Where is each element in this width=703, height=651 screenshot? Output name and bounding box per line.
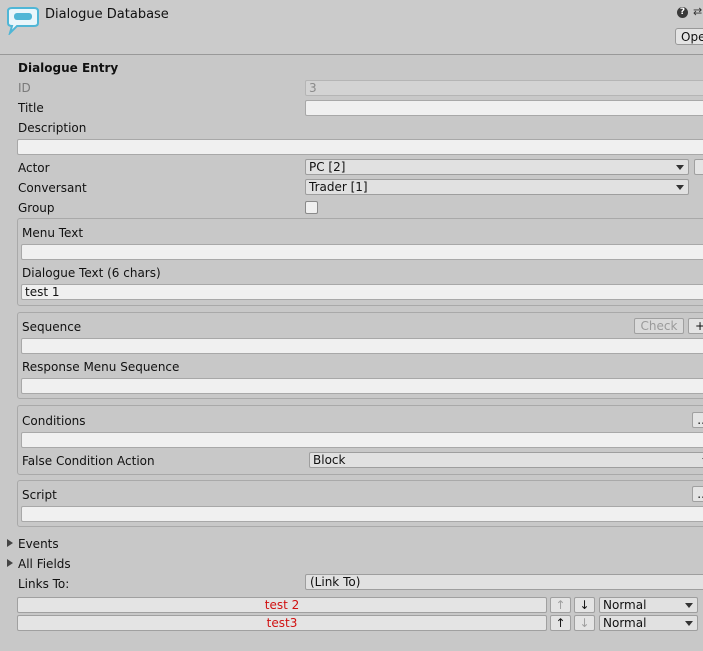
script-wizard-button[interactable]: ... [692,486,703,502]
actor-select-button[interactable] [694,159,703,175]
dropdown-arrow-icon [676,165,684,170]
id-field: 3 [305,80,703,96]
title-input[interactable] [305,100,703,116]
links-to-label: Links To: [18,577,70,591]
dialogue-text-input[interactable]: test 1 [21,284,703,300]
link-priority-value: Normal [603,598,647,612]
arrow-up-icon[interactable]: ↑ [550,615,571,631]
events-foldout-arrow-icon[interactable] [7,539,13,547]
actor-dropdown[interactable]: PC [2] [305,159,689,175]
conditions-label: Conditions [22,414,86,428]
conversant-label: Conversant [18,181,87,195]
link-priority-value: Normal [603,616,647,630]
actor-label: Actor [18,161,50,175]
false-condition-action-label: False Condition Action [22,454,155,468]
all-fields-foldout[interactable]: All Fields [18,557,71,571]
add-sequence-button[interactable]: + [688,318,703,334]
dropdown-arrow-icon [685,621,693,626]
arrow-down-icon: ↓ [574,615,595,631]
link-item-button[interactable]: test3 [17,615,547,631]
conversant-dropdown[interactable]: Trader [1] [305,179,689,195]
script-input[interactable] [21,506,703,522]
all-fields-foldout-arrow-icon[interactable] [7,559,13,567]
id-label: ID [18,81,31,95]
menu-text-input[interactable] [21,244,703,260]
section-heading: Dialogue Entry [18,61,119,75]
response-menu-sequence-label: Response Menu Sequence [22,360,180,374]
speech-bubble-logo-icon [7,7,39,35]
dialogue-text-label: Dialogue Text (6 chars) [22,266,161,280]
window-header: Dialogue Database ? ⇄ Ope [0,0,703,55]
dropdown-arrow-icon [685,603,693,608]
title-label: Title [18,101,44,115]
description-label: Description [18,121,87,135]
app-title: Dialogue Database [45,7,169,22]
false-condition-action-dropdown[interactable]: Block [309,452,703,468]
arrow-down-icon[interactable]: ↓ [574,597,595,613]
link-item-button[interactable]: test 2 [17,597,547,613]
conditions-wizard-button[interactable]: ... [692,412,703,428]
false-condition-action-value: Block [313,453,346,467]
actor-value: PC [2] [309,160,346,174]
check-button[interactable]: Check [634,318,684,334]
link-priority-dropdown[interactable]: Normal [599,597,698,613]
sequence-input[interactable] [21,338,703,354]
script-label: Script [22,488,57,502]
open-button[interactable]: Ope [675,28,703,45]
arrow-up-icon: ↑ [550,597,571,613]
events-foldout[interactable]: Events [18,537,59,551]
dropdown-arrow-icon [676,185,684,190]
group-label: Group [18,201,55,215]
description-input[interactable] [17,139,703,155]
group-checkbox[interactable] [305,201,318,214]
response-menu-sequence-input[interactable] [21,378,703,394]
link-priority-dropdown[interactable]: Normal [599,615,698,631]
settings-icon[interactable]: ⇄ [693,5,702,18]
menu-text-label: Menu Text [22,226,84,240]
sequence-label: Sequence [22,320,82,334]
link-to-dropdown[interactable]: (Link To) [305,574,703,590]
conditions-input[interactable] [21,432,703,448]
conversant-value: Trader [1] [309,180,368,194]
help-icon[interactable]: ? [677,7,688,18]
